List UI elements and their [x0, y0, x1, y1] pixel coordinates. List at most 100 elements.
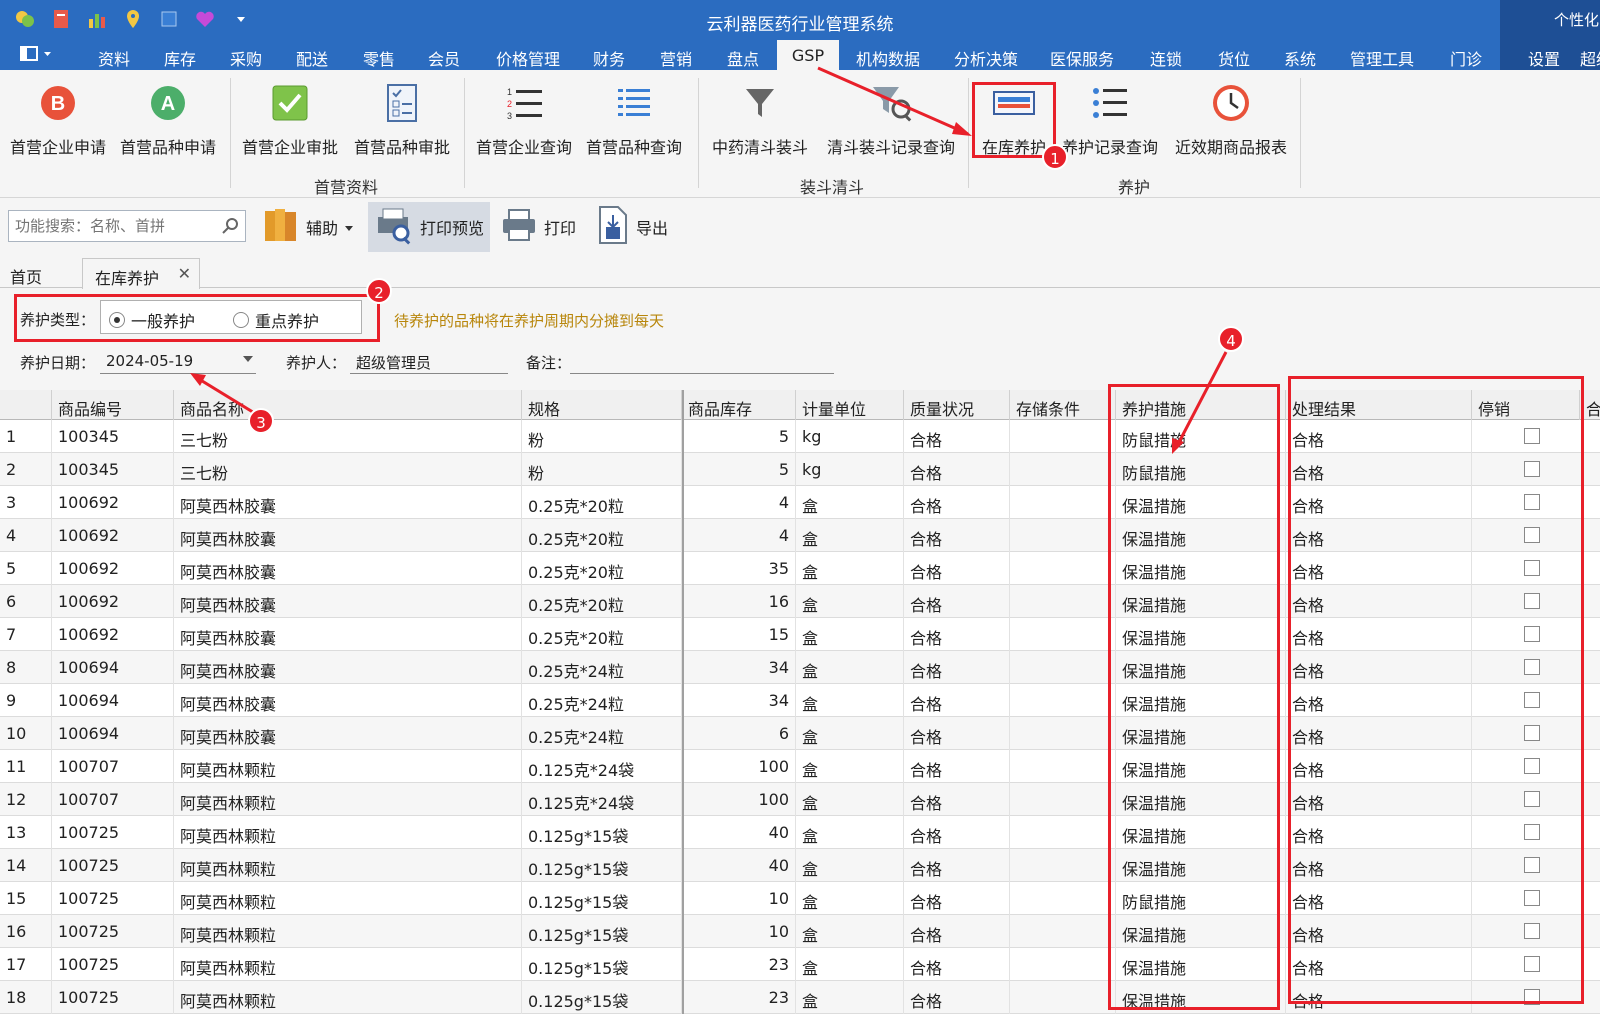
cell-name[interactable]: 阿莫西林胶囊 [174, 486, 522, 519]
menu-item-menzhen[interactable]: 门诊 [1450, 46, 1482, 70]
cell-spec[interactable]: 粉 [522, 420, 682, 453]
cell-name[interactable]: 阿莫西林颗粒 [174, 849, 522, 882]
first-product-apply-button[interactable]: A 首营品种申请 [118, 78, 218, 158]
assist-button[interactable]: 辅助 [256, 202, 360, 252]
cell-quality[interactable]: 合格 [904, 651, 1010, 684]
menu-item-yibao[interactable]: 医保服务 [1050, 46, 1114, 70]
cell-storage[interactable] [1010, 618, 1116, 651]
cell-stock[interactable]: 5 [682, 420, 796, 453]
herb-dispense-button[interactable]: 中药清斗装斗 [708, 78, 812, 158]
cell-index[interactable]: 18 [0, 981, 52, 1014]
cell-index[interactable]: 9 [0, 684, 52, 717]
cell-stock[interactable]: 4 [682, 486, 796, 519]
personalize-button[interactable]: 个性化 [1500, 0, 1600, 40]
cell-unit[interactable]: 盒 [796, 981, 904, 1014]
cell-code[interactable]: 100692 [52, 618, 174, 651]
cell-quality[interactable]: 合格 [904, 552, 1010, 585]
cell-quality[interactable]: 合格 [904, 750, 1010, 783]
cell-code[interactable]: 100694 [52, 651, 174, 684]
first-product-approve-button[interactable]: 首营品种审批 [352, 78, 452, 158]
cell-index[interactable]: 13 [0, 816, 52, 849]
cell-index[interactable]: 2 [0, 453, 52, 486]
cell-unit[interactable]: 盒 [796, 519, 904, 552]
cell-code[interactable]: 100725 [52, 849, 174, 882]
close-icon[interactable]: ✕ [178, 264, 191, 283]
cell-spec[interactable]: 0.125g*15袋 [522, 816, 682, 849]
cell-code[interactable]: 100345 [52, 420, 174, 453]
cell-spec[interactable]: 0.125克*24袋 [522, 750, 682, 783]
cell-unit[interactable]: 盒 [796, 948, 904, 981]
cell-spec[interactable]: 0.25克*24粒 [522, 717, 682, 750]
cell-spec[interactable]: 0.25克*24粒 [522, 651, 682, 684]
cell-name[interactable]: 阿莫西林胶囊 [174, 717, 522, 750]
cell-stock[interactable]: 100 [682, 783, 796, 816]
cell-index[interactable]: 3 [0, 486, 52, 519]
cell-code[interactable]: 100707 [52, 783, 174, 816]
cell-spec[interactable]: 粉 [522, 453, 682, 486]
cell-storage[interactable] [1010, 420, 1116, 453]
cell-name[interactable]: 阿莫西林颗粒 [174, 915, 522, 948]
cell-name[interactable]: 阿莫西林胶囊 [174, 618, 522, 651]
function-search-input[interactable] [9, 211, 209, 241]
cell-code[interactable]: 100725 [52, 915, 174, 948]
cell-storage[interactable] [1010, 519, 1116, 552]
cell-stock[interactable]: 23 [682, 981, 796, 1014]
menu-item-liansuo[interactable]: 连锁 [1150, 46, 1182, 70]
note-input[interactable] [570, 373, 834, 374]
cell-name[interactable]: 阿莫西林颗粒 [174, 816, 522, 849]
cell-index[interactable]: 8 [0, 651, 52, 684]
cell-storage[interactable] [1010, 750, 1116, 783]
cell-stock[interactable]: 16 [682, 585, 796, 618]
cell-name[interactable]: 阿莫西林胶囊 [174, 684, 522, 717]
cell-name[interactable]: 三七粉 [174, 453, 522, 486]
menu-item-caiwu[interactable]: 财务 [593, 46, 625, 70]
dispense-record-query-button[interactable]: 清斗装斗记录查询 [822, 78, 960, 158]
print-button[interactable]: 打印 [494, 202, 582, 252]
cell-name[interactable]: 阿莫西林胶囊 [174, 585, 522, 618]
cell-code[interactable]: 100692 [52, 486, 174, 519]
first-company-approve-button[interactable]: 首营企业审批 [240, 78, 340, 158]
cell-code[interactable]: 100694 [52, 684, 174, 717]
cell-index[interactable]: 1 [0, 420, 52, 453]
search-icon[interactable] [221, 216, 241, 240]
cell-index[interactable]: 14 [0, 849, 52, 882]
first-product-query-button[interactable]: 首营品种查询 [584, 78, 684, 158]
cell-spec[interactable]: 0.25克*20粒 [522, 585, 682, 618]
cell-storage[interactable] [1010, 915, 1116, 948]
cell-code[interactable]: 100707 [52, 750, 174, 783]
cell-unit[interactable]: 盒 [796, 486, 904, 519]
menu-item-pandian[interactable]: 盘点 [727, 46, 759, 70]
cell-index[interactable]: 4 [0, 519, 52, 552]
cell-quality[interactable]: 合格 [904, 618, 1010, 651]
menu-item-jigou[interactable]: 机构数据 [856, 46, 920, 70]
cell-storage[interactable] [1010, 717, 1116, 750]
cell-index[interactable]: 5 [0, 552, 52, 585]
cell-stock[interactable]: 40 [682, 816, 796, 849]
cell-name[interactable]: 阿莫西林颗粒 [174, 981, 522, 1014]
cell-spec[interactable]: 0.125g*15袋 [522, 882, 682, 915]
tab-home[interactable]: 首页 [10, 264, 42, 288]
date-input[interactable]: 2024-05-19 [106, 352, 193, 370]
cell-stock[interactable]: 4 [682, 519, 796, 552]
cell-stock[interactable]: 10 [682, 915, 796, 948]
cell-unit[interactable]: 盒 [796, 750, 904, 783]
cell-name[interactable]: 阿莫西林颗粒 [174, 750, 522, 783]
header-name[interactable]: 商品名称 [174, 390, 522, 420]
cell-index[interactable]: 7 [0, 618, 52, 651]
cell-unit[interactable]: 盒 [796, 816, 904, 849]
cell-unit[interactable]: 盒 [796, 915, 904, 948]
cell-unit[interactable]: 盒 [796, 849, 904, 882]
person-input[interactable]: 超级管理员 [356, 352, 431, 373]
cell-stock[interactable]: 35 [682, 552, 796, 585]
tab-in-stock-maintenance[interactable]: 在库养护 ✕ [82, 258, 200, 289]
cell-unit[interactable]: 盒 [796, 618, 904, 651]
menu-item-yingxiao[interactable]: 营销 [660, 46, 692, 70]
cell-quality[interactable]: 合格 [904, 585, 1010, 618]
menu-item-ziliao[interactable]: 资料 [98, 46, 130, 70]
cell-code[interactable]: 100692 [52, 552, 174, 585]
menu-item-huowei[interactable]: 货位 [1218, 46, 1250, 70]
cell-unit[interactable]: 盒 [796, 882, 904, 915]
cell-index[interactable]: 17 [0, 948, 52, 981]
menu-item-shezhi[interactable]: 设置 [1528, 46, 1560, 70]
cell-name[interactable]: 阿莫西林胶囊 [174, 651, 522, 684]
